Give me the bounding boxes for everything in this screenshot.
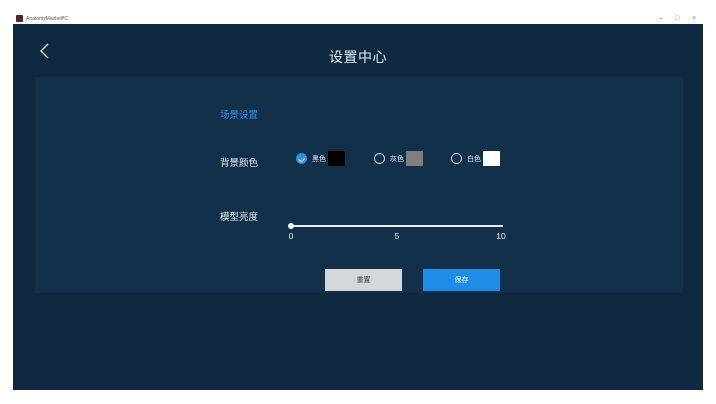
radio-gray[interactable]: 灰色 <box>374 150 423 167</box>
maximize-button[interactable]: □ <box>675 14 679 23</box>
radio-indicator <box>296 153 307 164</box>
close-button[interactable]: × <box>692 14 696 23</box>
slider-tick-max: 10 <box>496 231 506 241</box>
radio-label: 灰色 <box>390 155 404 163</box>
radio-black[interactable]: 黑色 <box>296 150 345 167</box>
save-button[interactable]: 保存 <box>423 269 500 291</box>
radio-label: 黑色 <box>312 155 326 163</box>
page-title: 设置中心 <box>329 49 387 65</box>
radio-label: 白色 <box>467 155 481 163</box>
radio-indicator <box>451 153 462 164</box>
reset-button[interactable]: 重置 <box>325 269 402 291</box>
section-title: 场景设置 <box>220 110 259 121</box>
brightness-slider[interactable] <box>288 221 503 231</box>
slider-tick-mid: 5 <box>394 231 400 241</box>
background-color-label: 背景颜色 <box>220 158 259 169</box>
app-window: AnatomyMasterPC – □ × 设置中心 场景设置 背景颜色 黑色 … <box>13 13 703 390</box>
settings-panel: 场景设置 背景颜色 黑色 灰色 白色 模型亮度 0 5 10 重置 保存 <box>35 77 683 293</box>
slider-track <box>291 225 503 227</box>
minimize-button[interactable]: – <box>659 14 663 23</box>
radio-indicator <box>374 153 385 164</box>
color-swatch-black <box>328 151 345 166</box>
color-swatch-white <box>483 151 500 166</box>
title-bar: AnatomyMasterPC – □ × <box>13 13 703 24</box>
window-title: AnatomyMasterPC <box>26 16 68 22</box>
slider-thumb[interactable] <box>288 223 294 229</box>
brightness-label: 模型亮度 <box>220 212 259 223</box>
radio-white[interactable]: 白色 <box>451 150 500 167</box>
slider-tick-min: 0 <box>288 231 294 241</box>
color-swatch-gray <box>406 151 423 166</box>
app-icon <box>16 15 23 22</box>
